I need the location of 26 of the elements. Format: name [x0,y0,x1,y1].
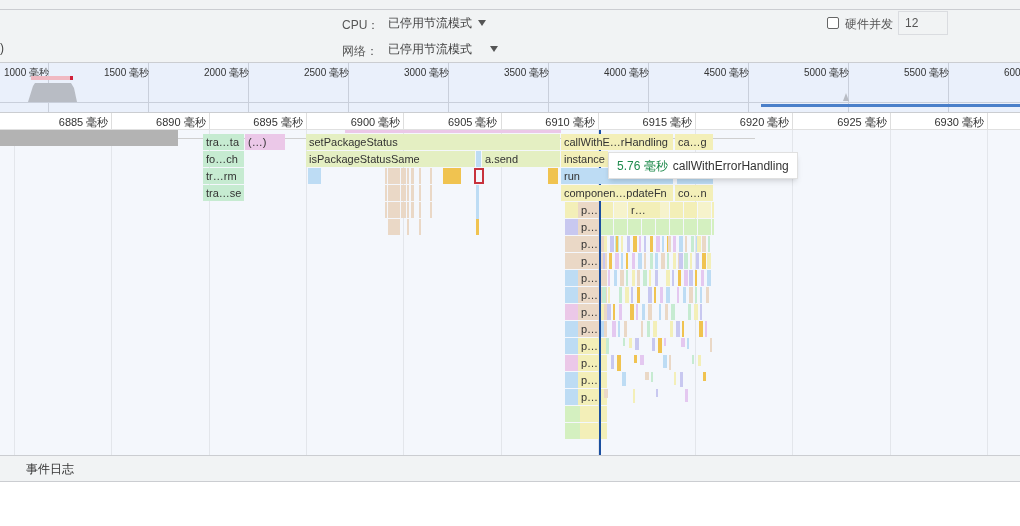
tick-label: 3500 毫秒 [504,66,550,80]
tick-label: 6930 毫秒 [933,115,984,129]
tick-label: 6925 毫秒 [836,115,887,129]
tick-label: 4500 毫秒 [704,66,750,80]
tick-label: 600 [1004,66,1020,80]
tick-label: 5000 毫秒 [804,66,850,80]
duration-text: 5.76 毫秒 [617,157,668,175]
tick-label: 6905 毫秒 [446,115,498,129]
tick-label: 1500 毫秒 [104,66,150,80]
tick-label: 4000 毫秒 [604,66,650,80]
tick-label: 6915 毫秒 [641,115,693,129]
tick-label: 6890 毫秒 [155,115,206,129]
tick-label: 6895 毫秒 [252,115,303,129]
tick-label: 6885 毫秒 [57,115,109,129]
tick-label: 3000 毫秒 [404,66,450,80]
cpu-label: CPU： [342,17,380,34]
tick-label: 6900 毫秒 [349,115,401,129]
cut-off-text: ) [0,40,4,57]
tick-label: 5500 毫秒 [904,66,950,80]
tick-label: 6920 毫秒 [738,115,790,129]
tick-label: 6910 毫秒 [544,115,595,129]
network-label: 网络： [342,43,378,60]
function-name: callWithErrorHandling [672,157,789,175]
tick-label: 2000 毫秒 [204,66,250,80]
hardware-concurrency-label: 硬件并发 [845,16,893,33]
tick-label: 2500 毫秒 [304,66,350,80]
